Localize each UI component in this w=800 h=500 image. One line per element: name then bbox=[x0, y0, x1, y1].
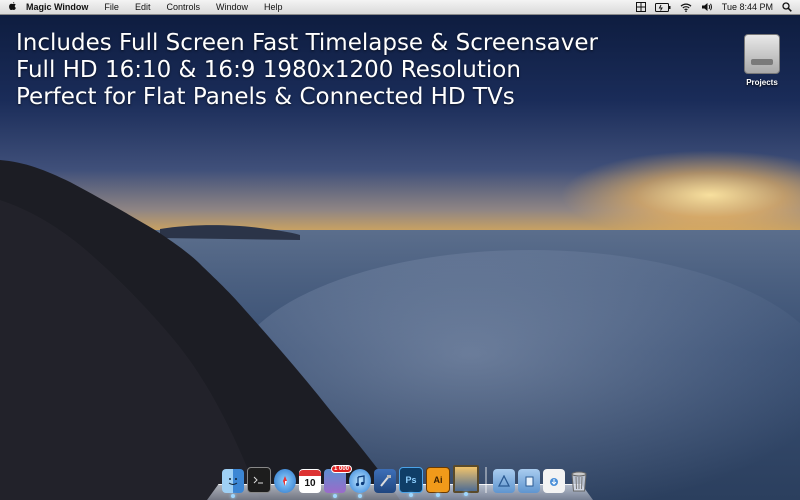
photoshop-icon[interactable]: Ps bbox=[399, 467, 423, 497]
finder-icon[interactable] bbox=[222, 469, 244, 498]
hard-drive-icon bbox=[744, 34, 780, 74]
status-area: Tue 8:44 PM bbox=[635, 0, 800, 14]
xcode-icon[interactable] bbox=[374, 469, 396, 493]
grid-icon[interactable] bbox=[635, 2, 646, 12]
documents-folder-icon[interactable] bbox=[518, 469, 540, 493]
wifi-icon[interactable] bbox=[680, 3, 692, 12]
app-menu[interactable]: Magic Window bbox=[24, 0, 96, 14]
safari-icon[interactable] bbox=[274, 469, 296, 493]
promo-headline: Includes Full Screen Fast Timelapse & Sc… bbox=[16, 30, 598, 111]
menu-window[interactable]: Window bbox=[208, 0, 256, 14]
applications-folder-icon[interactable] bbox=[493, 469, 515, 493]
volume-icon[interactable] bbox=[701, 2, 713, 12]
running-indicator bbox=[409, 493, 413, 497]
headline-line-1: Includes Full Screen Fast Timelapse & Sc… bbox=[16, 30, 598, 56]
apple-icon[interactable] bbox=[0, 1, 24, 14]
desktop-drive-projects[interactable]: Projects bbox=[738, 34, 786, 87]
calendar-day: 10 bbox=[304, 478, 316, 489]
illustrator-label: Ai bbox=[433, 475, 443, 485]
dock-icons: 10 1 000 Ps Ai bbox=[222, 465, 590, 498]
running-indicator bbox=[231, 494, 235, 498]
dock: 10 1 000 Ps Ai bbox=[207, 462, 593, 500]
menu-edit[interactable]: Edit bbox=[127, 0, 159, 14]
running-indicator bbox=[333, 494, 337, 498]
running-indicator bbox=[436, 493, 440, 497]
illustrator-icon[interactable]: Ai bbox=[426, 467, 450, 497]
running-indicator bbox=[358, 494, 362, 498]
trash-icon[interactable] bbox=[568, 469, 590, 493]
menu-controls[interactable]: Controls bbox=[158, 0, 208, 14]
downloads-stack-icon[interactable] bbox=[543, 469, 565, 493]
search-icon[interactable] bbox=[782, 2, 792, 12]
menu-bar: Magic Window File Edit Controls Window H… bbox=[0, 0, 800, 15]
notification-badge: 1 000 bbox=[330, 465, 352, 473]
menu-file[interactable]: File bbox=[96, 0, 127, 14]
menu-clock[interactable]: Tue 8:44 PM bbox=[722, 2, 773, 12]
magic-window-icon[interactable] bbox=[453, 465, 479, 496]
headline-line-3: Perfect for Flat Panels & Connected HD T… bbox=[16, 84, 515, 110]
headline-line-2: Full HD 16:10 & 16:9 1980x1200 Resolutio… bbox=[16, 57, 521, 83]
calendar-icon[interactable]: 10 bbox=[299, 469, 321, 493]
photoshop-label: Ps bbox=[405, 475, 417, 485]
preview-icon[interactable]: 1 000 bbox=[324, 465, 352, 498]
dock-separator bbox=[485, 467, 487, 493]
battery-icon[interactable] bbox=[654, 2, 671, 12]
itunes-icon[interactable] bbox=[349, 469, 371, 498]
menu-help[interactable]: Help bbox=[256, 0, 291, 14]
terminal-icon[interactable] bbox=[247, 467, 271, 493]
drive-label: Projects bbox=[746, 78, 778, 87]
running-indicator bbox=[464, 492, 468, 496]
